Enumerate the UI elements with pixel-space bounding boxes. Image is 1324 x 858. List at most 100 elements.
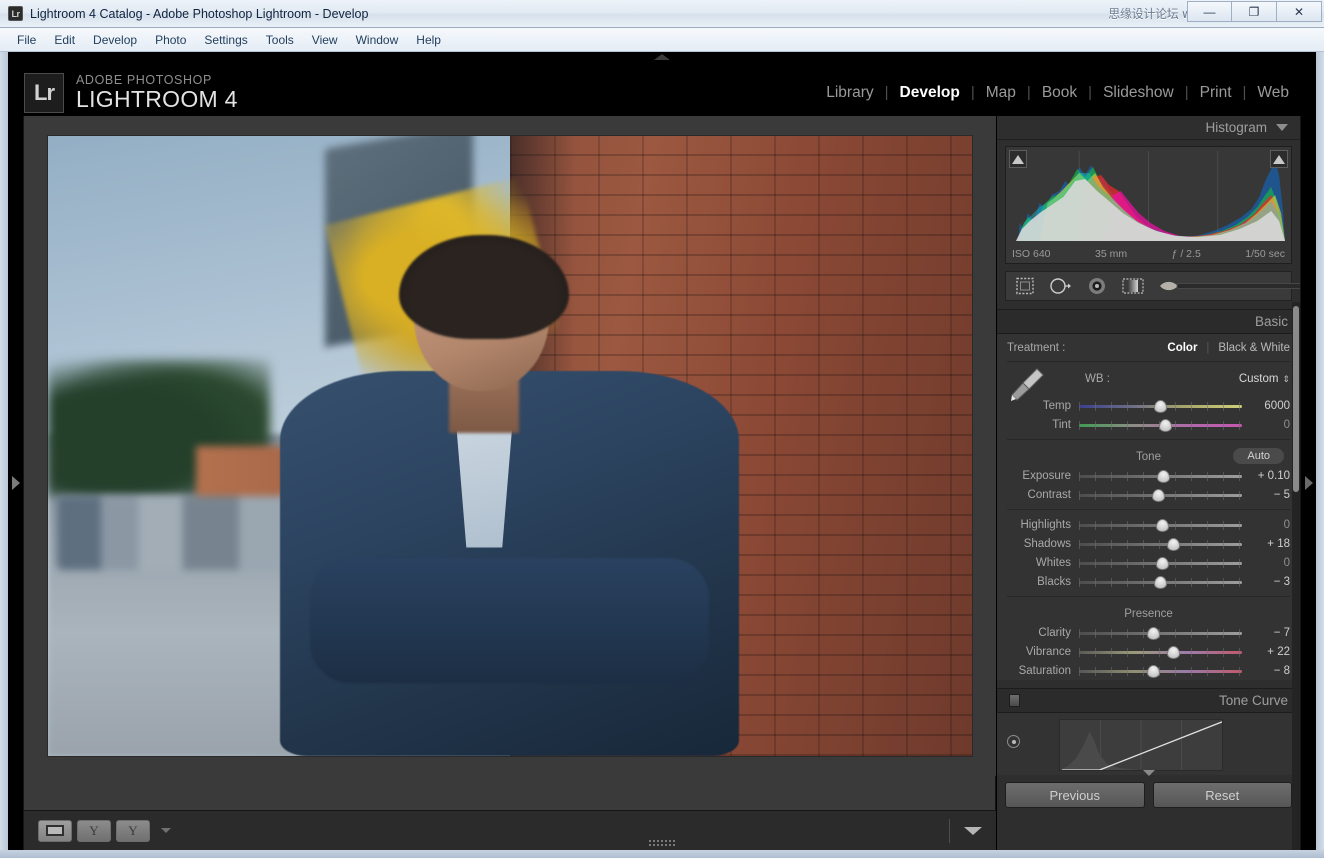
photo-image[interactable] bbox=[48, 136, 972, 756]
tone-group-title: Tone bbox=[1136, 451, 1161, 463]
left-panel-toggle[interactable] bbox=[8, 116, 24, 850]
slider-shadows[interactable]: Shadows + 18 bbox=[1007, 534, 1290, 553]
slider-highlights[interactable]: Highlights 0 bbox=[1007, 515, 1290, 534]
slider-knob[interactable] bbox=[1156, 519, 1169, 532]
module-develop[interactable]: Develop bbox=[889, 84, 971, 102]
menu-settings[interactable]: Settings bbox=[195, 31, 256, 49]
treatment-bw-option[interactable]: Black & White bbox=[1218, 342, 1290, 354]
slider-track[interactable] bbox=[1079, 401, 1242, 411]
slider-ticks bbox=[1079, 540, 1242, 549]
slider-knob[interactable] bbox=[1154, 400, 1167, 413]
auto-tone-button[interactable]: Auto bbox=[1233, 448, 1284, 464]
module-book[interactable]: Book bbox=[1031, 84, 1088, 102]
photo-viewport[interactable] bbox=[24, 116, 996, 776]
stage-toolbar: Y Y bbox=[24, 810, 996, 850]
slider-knob[interactable] bbox=[1167, 646, 1180, 659]
slider-track[interactable] bbox=[1079, 520, 1242, 530]
slider-track[interactable] bbox=[1079, 490, 1242, 500]
slider-contrast[interactable]: Contrast − 5 bbox=[1007, 485, 1290, 504]
slider-knob[interactable] bbox=[1154, 576, 1167, 589]
slider-track[interactable] bbox=[1079, 666, 1242, 676]
slider-saturation[interactable]: Saturation − 8 bbox=[1007, 661, 1290, 680]
slider-exposure[interactable]: Exposure + 0.10 bbox=[1007, 466, 1290, 485]
slider-tint[interactable]: Tint 0 bbox=[1007, 415, 1290, 434]
view-options-caret-icon[interactable] bbox=[161, 828, 171, 833]
slider-temp[interactable]: Temp 6000 bbox=[1007, 396, 1290, 415]
right-panel-toggle[interactable] bbox=[1300, 116, 1316, 850]
window-frame-left bbox=[0, 52, 8, 858]
module-web[interactable]: Web bbox=[1246, 84, 1300, 102]
target-adjustment-tool-icon[interactable] bbox=[1007, 735, 1020, 748]
menu-window[interactable]: Window bbox=[347, 31, 408, 49]
slider-track[interactable] bbox=[1079, 577, 1242, 587]
menu-edit[interactable]: Edit bbox=[45, 31, 84, 49]
red-eye-correction-icon[interactable] bbox=[1086, 275, 1108, 297]
histogram-header[interactable]: Histogram bbox=[997, 116, 1300, 140]
maximize-button[interactable]: ❐ bbox=[1232, 1, 1277, 22]
reset-button[interactable]: Reset bbox=[1153, 782, 1293, 808]
module-library[interactable]: Library bbox=[815, 84, 884, 102]
slider-vibrance[interactable]: Vibrance + 22 bbox=[1007, 642, 1290, 661]
minimize-button[interactable]: — bbox=[1187, 1, 1232, 22]
slider-knob[interactable] bbox=[1159, 419, 1172, 432]
slider-track[interactable] bbox=[1079, 471, 1242, 481]
slider-track[interactable] bbox=[1079, 647, 1242, 657]
loupe-view-button[interactable] bbox=[38, 820, 72, 842]
chevron-down-icon[interactable] bbox=[1276, 124, 1288, 131]
basic-panel-header[interactable]: Basic bbox=[997, 309, 1300, 334]
menu-photo[interactable]: Photo bbox=[146, 31, 195, 49]
slider-track[interactable] bbox=[1079, 628, 1242, 638]
right-panel-scrollbar-thumb[interactable] bbox=[1293, 306, 1299, 492]
toolbar-collapse-caret-icon[interactable] bbox=[964, 827, 982, 835]
menu-help[interactable]: Help bbox=[407, 31, 450, 49]
treatment-label: Treatment : bbox=[1007, 342, 1065, 354]
slider-ticks bbox=[1079, 648, 1242, 657]
menu-view[interactable]: View bbox=[303, 31, 347, 49]
iso-value: ISO 640 bbox=[1012, 248, 1051, 260]
shadow-clipping-indicator[interactable] bbox=[1009, 150, 1027, 168]
highlight-clipping-indicator[interactable] bbox=[1270, 150, 1288, 168]
slider-whites[interactable]: Whites 0 bbox=[1007, 553, 1290, 572]
treatment-row: Treatment : Color | Black & White bbox=[1007, 334, 1290, 362]
right-panel: Histogram bbox=[997, 116, 1300, 850]
crop-overlay-icon[interactable] bbox=[1014, 275, 1036, 297]
tone-curve-enable-switch[interactable] bbox=[1009, 694, 1020, 707]
slider-clarity[interactable]: Clarity − 7 bbox=[1007, 623, 1290, 642]
identity-plate-bar: Lr ADOBE PHOTOSHOP LIGHTROOM 4 Library |… bbox=[8, 62, 1316, 124]
close-button[interactable]: ✕ bbox=[1277, 1, 1322, 22]
graduated-filter-icon[interactable] bbox=[1121, 275, 1145, 297]
slider-knob[interactable] bbox=[1156, 557, 1169, 570]
top-panel-toggle-arrow[interactable] bbox=[654, 54, 670, 60]
previous-button[interactable]: Previous bbox=[1005, 782, 1145, 808]
slider-track[interactable] bbox=[1079, 558, 1242, 568]
menu-develop[interactable]: Develop bbox=[84, 31, 146, 49]
window-controls: — ❐ ✕ bbox=[1187, 1, 1322, 23]
module-print[interactable]: Print bbox=[1189, 84, 1243, 102]
module-slideshow[interactable]: Slideshow bbox=[1092, 84, 1185, 102]
brand-title: LIGHTROOM 4 bbox=[76, 87, 238, 111]
slider-track[interactable] bbox=[1079, 420, 1242, 430]
tone-curve-collapse-caret-icon[interactable] bbox=[1143, 770, 1155, 776]
slider-knob[interactable] bbox=[1167, 538, 1180, 551]
histogram-panel[interactable]: ISO 640 35 mm ƒ / 2.5 1/50 sec bbox=[1005, 146, 1292, 264]
menu-bar: File Edit Develop Photo Settings Tools V… bbox=[0, 28, 1324, 52]
brand-block: ADOBE PHOTOSHOP LIGHTROOM 4 bbox=[76, 74, 238, 111]
photo-subject-arms bbox=[310, 558, 709, 683]
menu-file[interactable]: File bbox=[8, 31, 45, 49]
before-after-left-button[interactable]: Y bbox=[77, 820, 111, 842]
tone-group-title-row: Tone Auto bbox=[1007, 445, 1290, 466]
adjustment-brush-icon[interactable] bbox=[1158, 275, 1300, 297]
wb-value[interactable]: Custom⇕ bbox=[1239, 373, 1290, 385]
slider-blacks[interactable]: Blacks − 3 bbox=[1007, 572, 1290, 591]
slider-track[interactable] bbox=[1079, 539, 1242, 549]
spot-removal-icon[interactable] bbox=[1049, 275, 1073, 297]
menu-tools[interactable]: Tools bbox=[257, 31, 303, 49]
before-after-right-button[interactable]: Y bbox=[116, 820, 150, 842]
tone-curve-graph[interactable] bbox=[1059, 719, 1223, 771]
filmstrip-toggle-grip[interactable] bbox=[648, 839, 676, 848]
shutter-speed-value: 1/50 sec bbox=[1245, 248, 1285, 260]
white-balance-selector-icon[interactable] bbox=[1007, 364, 1049, 404]
module-map[interactable]: Map bbox=[975, 84, 1027, 102]
tone-curve-header[interactable]: Tone Curve bbox=[997, 688, 1300, 713]
treatment-color-option[interactable]: Color bbox=[1167, 342, 1197, 354]
